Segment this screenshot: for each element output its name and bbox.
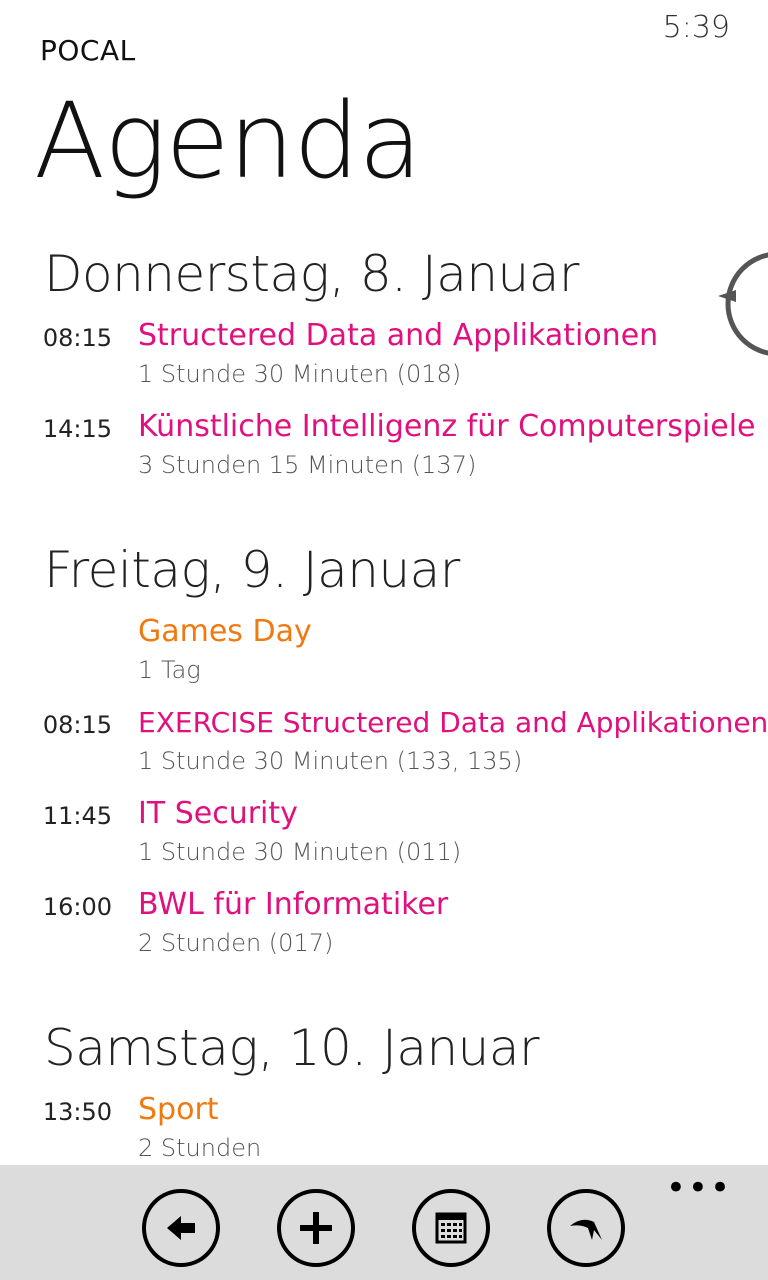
day-group: Donnerstag, 8. Januar 08:15 Structered D… [0,238,768,498]
day-header: Freitag, 9. Januar [44,541,460,599]
app-bar: ••• [0,1165,768,1280]
agenda-list: Donnerstag, 8. Januar 08:15 Structered D… [0,238,768,1217]
event-time: 11:45 [42,802,112,830]
more-options-button[interactable]: ••• [666,1171,732,1205]
calendar-grid-icon [435,1212,467,1244]
day-group: Samstag, 10. Januar 13:50 Sport 2 Stunde… [0,1012,768,1181]
event-detail: 3 Stunden 15 Minuten (137) [138,451,477,479]
back-button[interactable] [142,1189,220,1267]
day-header: Donnerstag, 8. Januar [44,245,579,303]
event-time: 14:15 [42,415,112,443]
event-title: Structered Data and Applikationen [138,318,659,353]
app-name: POCAL [40,34,136,67]
event-time: 08:15 [42,711,112,739]
calendar-button[interactable] [412,1189,490,1267]
event-title: EXERCISE Structered Data and Applikation… [138,706,768,739]
event-title: Künstliche Intelligenz für Computerspiel… [138,409,756,444]
event-time: 08:15 [42,324,112,352]
event-title: BWL für Informatiker [138,887,449,922]
event-detail: 1 Stunde 30 Minuten (011) [138,838,462,866]
agenda-event[interactable]: 16:00 BWL für Informatiker 2 Stunden (01… [0,885,768,976]
agenda-event[interactable]: 11:45 IT Security 1 Stunde 30 Minuten (0… [0,794,768,885]
agenda-event[interactable]: 14:15 Künstliche Intelligenz für Compute… [0,407,768,498]
back-arrow-icon [167,1216,195,1240]
screen: 5:39 POCAL Agenda Donnerstag, 8. Januar … [0,0,768,1280]
event-detail: 2 Stunden (017) [138,929,334,957]
event-detail: 1 Stunde 30 Minuten (018) [138,360,462,388]
event-title: IT Security [138,796,298,831]
agenda-event[interactable]: 08:15 Structered Data and Applikationen … [0,316,768,407]
event-title: Games Day [138,614,312,649]
add-button[interactable] [277,1189,355,1267]
day-header: Samstag, 10. Januar [44,1019,540,1077]
swallow-button[interactable] [547,1189,625,1267]
status-time: 5:39 [662,10,730,45]
swallow-icon [570,1219,602,1240]
event-detail: 1 Tag [138,656,201,684]
event-detail: 2 Stunden [138,1134,262,1162]
agenda-event[interactable]: Games Day 1 Tag [0,612,768,703]
agenda-event[interactable]: 08:15 EXERCISE Structered Data and Appli… [0,703,768,794]
day-group: Freitag, 9. Januar Games Day 1 Tag 08:15… [0,534,768,976]
event-time: 13:50 [42,1098,112,1126]
event-time: 16:00 [42,893,112,921]
event-detail: 1 Stunde 30 Minuten (133, 135) [138,747,523,775]
event-title: Sport [138,1092,219,1127]
page-title: Agenda [34,80,422,202]
add-icon [300,1212,332,1244]
